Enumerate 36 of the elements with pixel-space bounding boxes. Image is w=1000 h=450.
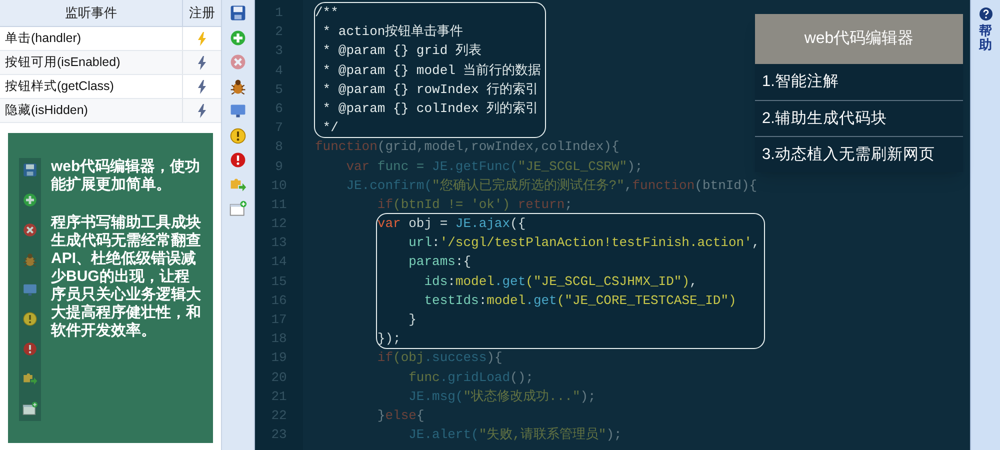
promo-text: 程序书写辅助工具成块生成代码无需经常翻查API、杜绝低级错误减少BUG的出现，让程序员只关心业务逻辑大大提高程序健壮性，和软件开发效率。 [51, 214, 201, 340]
code-line: var obj = JE.ajax({ [377, 215, 526, 234]
code-line: * @param {} grid 列表 [322, 42, 482, 60]
code-line: function(grid,model,rowIndex,colIndex){ [315, 138, 620, 156]
code-line: if(obj.success){ [376, 349, 502, 368]
panel-title: web代码编辑器 [755, 14, 963, 64]
column-header: 监听事件 [0, 0, 183, 26]
code-line: func.gridLoad(); [408, 368, 534, 387]
code-line: * @param {} colIndex 列的索引 [322, 100, 539, 118]
code-line: params:{ [408, 253, 472, 272]
code-line: * @param {} model 当前行的数据 [322, 62, 542, 80]
promo-text: web代码编辑器，使功能扩展更加简单。 [51, 158, 201, 194]
code-line: */ [322, 119, 338, 138]
feature-item: 1.智能注解 [761, 72, 840, 92]
column-header: 注册 [188, 4, 216, 22]
help-tab[interactable]: 帮助 [979, 24, 992, 53]
code-line: * action按钮单击事件 [322, 23, 464, 42]
code-line: url:'/scgl/testPlanAction!testFinish.action', [408, 234, 760, 252]
feature-item: 3.动态植入无需刷新网页 [755, 136, 963, 172]
code-line: /** [315, 4, 338, 22]
code-line: JE.confirm("您确认已完成所选的测试任务?",function(btnId){ [345, 176, 758, 195]
code-line: ids:model.get("JE_SCGL_CSJHMX_ID"), [423, 272, 698, 291]
code-line: JE.alert("失败,请联系管理员"); [408, 426, 622, 444]
code-line: } [408, 311, 416, 329]
code-line: JE.msg("状态修改成功..."); [408, 388, 596, 406]
feature-item: 2.辅助生成代码块 [755, 100, 963, 136]
table-cell: 按钮可用(isEnabled) [0, 51, 183, 74]
code-line: if(btnId != 'ok') return; [376, 196, 572, 214]
code-line: }else{ [376, 406, 424, 425]
code-line: var func = JE.getFunc("JE_SCGL_CSRW"); [345, 158, 643, 176]
table-cell: 隐藏(isHidden) [0, 99, 183, 122]
table-cell: 按钮样式(getClass) [0, 75, 183, 98]
table-cell: 单击(handler) [0, 27, 183, 50]
code-line: * @param {} rowIndex 行的索引 [322, 80, 539, 99]
code-line: testIds:model.get("JE_CORE_TESTCASE_ID") [423, 292, 736, 310]
code-line: }); [377, 330, 401, 348]
